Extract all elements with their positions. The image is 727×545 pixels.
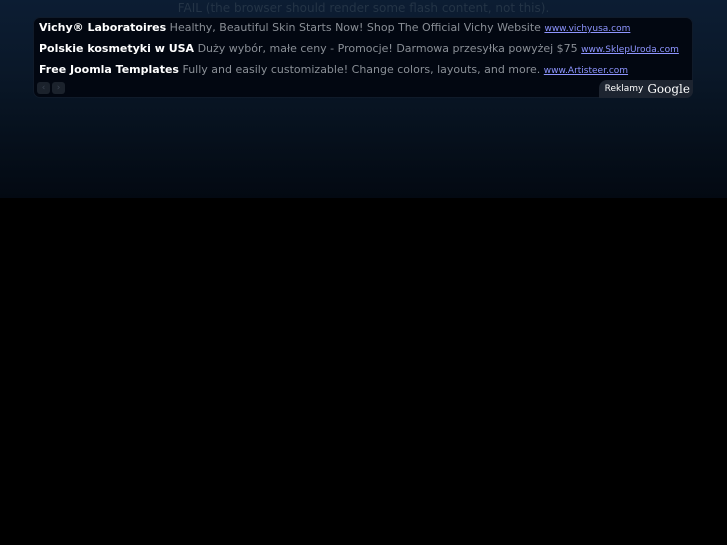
ad-item: Free Joomla Templates Fully and easily c… [39, 63, 628, 78]
google-logo: Google [647, 82, 690, 96]
ad-unit: Vichy® Laboratoires Healthy, Beautiful S… [33, 17, 693, 98]
ad-url-link[interactable]: www.vichyusa.com [544, 24, 630, 34]
ad-description: Duży wybór, małe ceny - Promocje! Darmow… [197, 42, 578, 55]
ad-title-link[interactable]: Polskie kosmetyki w USA [39, 42, 194, 55]
ads-label: Reklamy [604, 84, 644, 94]
ad-title-link[interactable]: Free Joomla Templates [39, 63, 179, 76]
ad-url-link[interactable]: www.SklepUroda.com [581, 45, 679, 55]
ad-description: Healthy, Beautiful Skin Starts Now! Shop… [169, 21, 541, 34]
ad-url-link[interactable]: www.Artisteer.com [544, 66, 628, 76]
page: FAIL (the browser should render some fla… [0, 0, 727, 545]
chevron-left-icon[interactable]: ‹ [37, 82, 50, 94]
chevron-right-icon[interactable]: › [52, 82, 65, 94]
ad-item: Polskie kosmetyki w USA Duży wybór, małe… [39, 42, 679, 57]
google-ads-badge[interactable]: Reklamy Google [598, 80, 693, 98]
flash-fallback-message: FAIL (the browser should render some fla… [177, 1, 550, 15]
ad-item: Vichy® Laboratoires Healthy, Beautiful S… [39, 21, 630, 36]
ad-nav-arrows: ‹ › [37, 82, 65, 94]
ad-description: Fully and easily customizable! Change co… [182, 63, 541, 76]
ad-title-link[interactable]: Vichy® Laboratoires [39, 21, 166, 34]
